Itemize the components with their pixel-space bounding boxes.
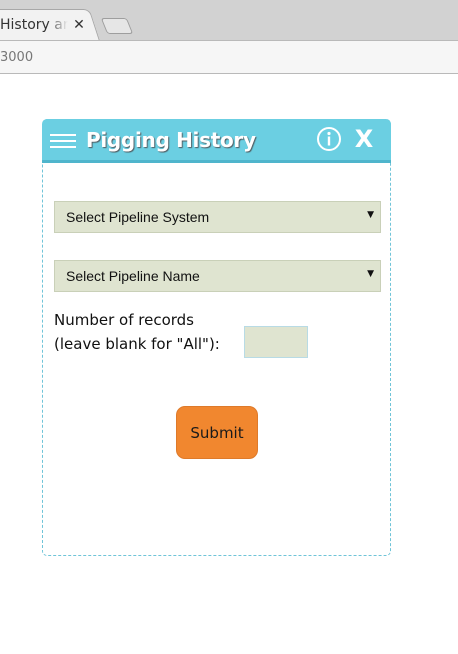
pipeline-system-select[interactable]: Select Pipeline System ▼ <box>54 201 381 233</box>
panel-header: Pigging History X <box>42 119 391 163</box>
url-text[interactable]: 3000 <box>0 49 33 67</box>
submit-button[interactable]: Submit <box>176 406 258 459</box>
panel-title: Pigging History <box>86 128 256 152</box>
close-tab-icon[interactable]: ✕ <box>72 15 86 35</box>
browser-tab-title[interactable]: History and <box>0 15 68 35</box>
pigging-history-panel: Pigging History X Select Pipeline System… <box>42 119 391 556</box>
number-of-records-label-line1: Number of records <box>54 311 194 329</box>
number-of-records-label: Number of records (leave blank for "All"… <box>54 308 239 356</box>
hamburger-menu-icon[interactable] <box>50 132 76 150</box>
close-panel-button[interactable]: X <box>353 124 375 154</box>
new-tab-button[interactable] <box>100 18 134 34</box>
number-of-records-input[interactable] <box>244 326 308 358</box>
number-of-records-label-line2: (leave blank for "All"): <box>54 335 220 353</box>
chevron-down-icon: ▼ <box>367 210 374 220</box>
browser-tab-strip: History and ✕ <box>0 0 458 41</box>
chevron-down-icon: ▼ <box>367 269 374 279</box>
pipeline-name-select-value: Select Pipeline Name <box>66 268 200 284</box>
pipeline-system-select-value: Select Pipeline System <box>66 209 210 225</box>
pipeline-name-select[interactable]: Select Pipeline Name ▼ <box>54 260 381 292</box>
browser-address-bar[interactable]: 3000 <box>0 40 458 74</box>
info-icon[interactable] <box>316 126 342 152</box>
